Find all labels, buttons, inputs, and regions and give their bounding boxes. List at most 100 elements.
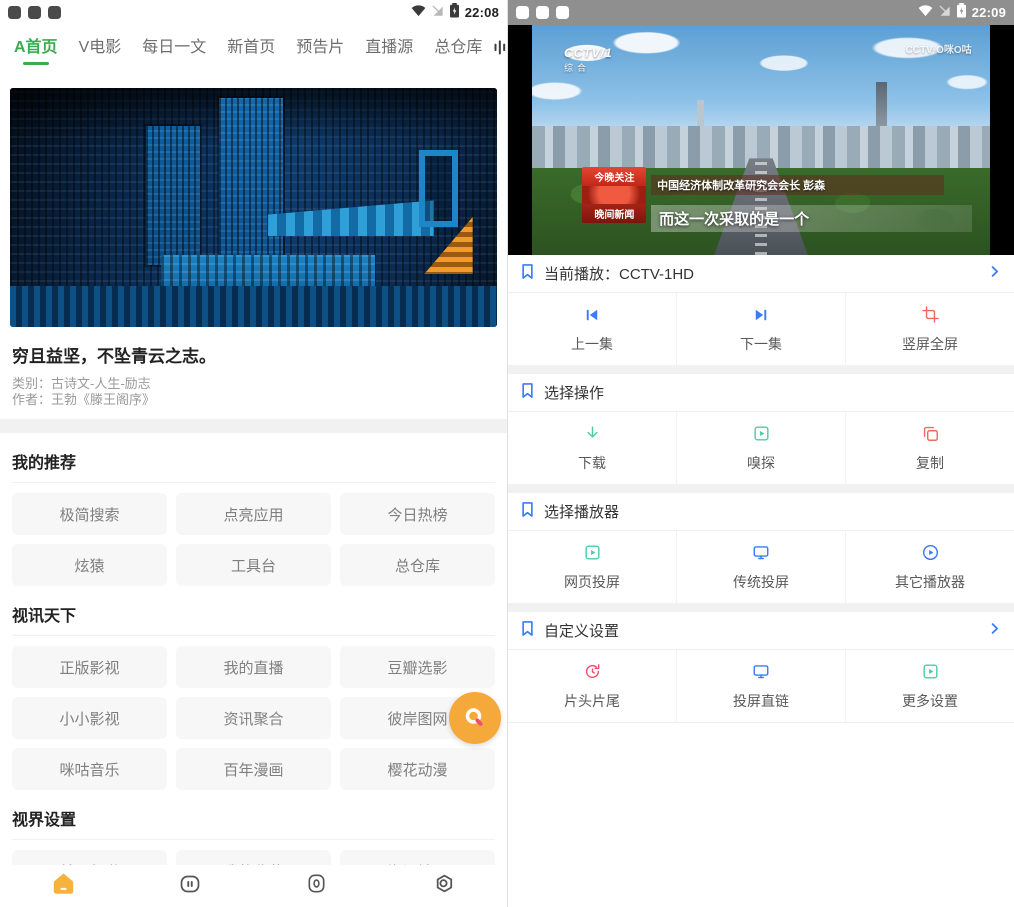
action-button-竖屏全屏[interactable]: 竖屏全屏 (845, 293, 1014, 365)
watermark-text: CCTV·O咪O咕 (906, 41, 972, 56)
tab-总仓库[interactable]: 总仓库 (434, 27, 482, 67)
video-thumbnail: CCTV/1 综合 CCTV·O咪O咕 今晚关注 晚间新闻 中国经济体制改革研究… (532, 25, 990, 255)
article-author: 作者：王勃《滕王阁序》 (12, 392, 495, 408)
pause-square-icon (178, 872, 202, 901)
panel-选择播放器: 选择播放器 网页投屏 传统投屏 其它播放器 (508, 493, 1014, 603)
search-icon (468, 710, 481, 724)
panel-header-label: 当前播放：CCTV-1HD (544, 263, 978, 284)
hero-image-anechoic-chamber[interactable] (10, 88, 497, 327)
shortcut-grid: 极简搜索点亮应用今日热榜炫猿工具台总仓库 (12, 482, 495, 586)
action-label: 竖屏全屏 (902, 334, 958, 354)
copy-icon (921, 424, 940, 444)
nav-video[interactable] (127, 872, 254, 901)
grid-button-正版影视[interactable]: 正版影视 (12, 646, 167, 688)
action-button-其它播放器[interactable]: 其它播放器 (845, 531, 1014, 603)
tab-V电影[interactable]: V电影 (79, 27, 122, 67)
chevron-right-icon (987, 264, 1002, 284)
chevron-right-icon (987, 621, 1002, 641)
channel-logo: CCTV/1 综合 (564, 46, 613, 74)
monitor-icon (751, 662, 771, 682)
no-signal-icon (431, 4, 444, 22)
action-button-网页投屏[interactable]: 网页投屏 (508, 531, 676, 603)
tab-label: 每日一文 (142, 39, 206, 56)
zero-square-icon (305, 872, 328, 900)
monitor-icon (751, 543, 771, 563)
tab-label: V电影 (79, 39, 122, 56)
tab-每日一文[interactable]: 每日一文 (142, 27, 206, 67)
action-button-下一集[interactable]: 下一集 (676, 293, 845, 365)
action-button-复制[interactable]: 复制 (845, 412, 1014, 484)
action-button-上一集[interactable]: 上一集 (508, 293, 676, 365)
panel-header[interactable]: 当前播放：CCTV-1HD (508, 255, 1014, 293)
shortcut-grid: 正版影视我的直播豆瓣选影小小影视资讯聚合彼岸图网咪咕音乐百年漫画樱花动漫 (12, 635, 495, 790)
grid-button-炫猿[interactable]: 炫猿 (12, 544, 167, 586)
grid-button-点亮应用[interactable]: 点亮应用 (176, 493, 331, 535)
nav-downloads[interactable] (254, 872, 381, 900)
left-status-bar: 22:08 (0, 0, 507, 25)
tab-直播源[interactable]: 直播源 (365, 27, 413, 67)
bookmark-icon (520, 620, 535, 642)
action-button-片头片尾[interactable]: 片头片尾 (508, 650, 676, 722)
news-badge: 今晚关注 晚间新闻 (582, 167, 646, 223)
action-label: 更多设置 (902, 691, 958, 711)
right-status-bar: 22:09 (508, 0, 1014, 25)
daily-article[interactable]: 穷且益坚，不坠青云之志。 类别：古诗文-人生-励志 作者：王勃《滕王阁序》 (0, 342, 507, 407)
dual-screenshot: 22:08 A首页V电影每日一文新首页预告片直播源总仓库 穷且益坚，不坠青云之志… (0, 0, 1014, 907)
action-label: 传统投屏 (733, 572, 789, 592)
grid-button-总仓库[interactable]: 总仓库 (340, 544, 495, 586)
tab-预告片[interactable]: 预告片 (296, 27, 344, 67)
panel-gap (508, 365, 1014, 374)
action-button-更多设置[interactable]: 更多设置 (845, 650, 1014, 722)
no-signal-icon (938, 4, 951, 22)
panel-当前播放：CCTV-1HD: 当前播放：CCTV-1HD 上一集 下一集 竖屏全屏 (508, 255, 1014, 365)
action-button-传统投屏[interactable]: 传统投屏 (676, 531, 845, 603)
battery-icon (956, 3, 967, 23)
panel-header[interactable]: 选择播放器 (508, 493, 1014, 531)
panel-header-label: 自定义设置 (544, 620, 978, 641)
empty-area (508, 722, 1014, 723)
panel-自定义设置: 自定义设置 片头片尾 投屏直链 更多设置 (508, 612, 1014, 722)
download-icon (583, 424, 602, 444)
tab-label: 新首页 (227, 39, 275, 56)
action-button-投屏直链[interactable]: 投屏直链 (676, 650, 845, 722)
notification-icons (8, 6, 61, 19)
grid-button-工具台[interactable]: 工具台 (176, 544, 331, 586)
grid-button-咪咕音乐[interactable]: 咪咕音乐 (12, 748, 167, 790)
grid-button-今日热榜[interactable]: 今日热榜 (340, 493, 495, 535)
play-square-icon (921, 662, 940, 682)
equalizer-icon[interactable] (492, 37, 507, 57)
search-fab[interactable] (449, 692, 501, 744)
action-label: 网页投屏 (564, 572, 620, 592)
section-我的推荐: 我的推荐 极简搜索点亮应用今日热榜炫猿工具台总仓库 (12, 449, 495, 586)
bookmark-icon (520, 501, 535, 523)
grid-button-极简搜索[interactable]: 极简搜索 (12, 493, 167, 535)
panel-header[interactable]: 自定义设置 (508, 612, 1014, 650)
panel-header[interactable]: 选择操作 (508, 374, 1014, 412)
video-player[interactable]: CCTV/1 综合 CCTV·O咪O咕 今晚关注 晚间新闻 中国经济体制改革研究… (508, 25, 1014, 255)
grid-button-樱花动漫[interactable]: 樱花动漫 (340, 748, 495, 790)
nav-settings[interactable] (380, 871, 507, 901)
grid-button-百年漫画[interactable]: 百年漫画 (176, 748, 331, 790)
tab-label: 预告片 (296, 39, 344, 56)
refresh-clock-icon (583, 662, 602, 682)
section-title: 视界设置 (12, 806, 495, 830)
nav-home[interactable] (0, 871, 127, 901)
action-label: 上一集 (571, 334, 613, 354)
panel-buttons: 片头片尾 投屏直链 更多设置 (508, 650, 1014, 722)
grid-button-小小影视[interactable]: 小小影视 (12, 697, 167, 739)
panel-buttons: 下载 嗅探 复制 (508, 412, 1014, 484)
article-category: 类别：古诗文-人生-励志 (12, 376, 495, 392)
crop-icon (921, 305, 940, 325)
news-subtitle: 而这一次采取的是一个 (651, 205, 972, 232)
grid-button-资讯聚合[interactable]: 资讯聚合 (176, 697, 331, 739)
grid-button-豆瓣选影[interactable]: 豆瓣选影 (340, 646, 495, 688)
action-button-嗅探[interactable]: 嗅探 (676, 412, 845, 484)
action-button-下载[interactable]: 下载 (508, 412, 676, 484)
tab-新首页[interactable]: 新首页 (227, 27, 275, 67)
skip-previous-icon (583, 305, 601, 325)
section-divider (0, 419, 507, 433)
tab-A首页[interactable]: A首页 (14, 27, 58, 67)
tab-bar: A首页 V电影 每日一文 新首页 预告片 直播源总仓库 (0, 25, 507, 68)
grid-button-我的直播[interactable]: 我的直播 (176, 646, 331, 688)
notification-icon (536, 6, 549, 19)
